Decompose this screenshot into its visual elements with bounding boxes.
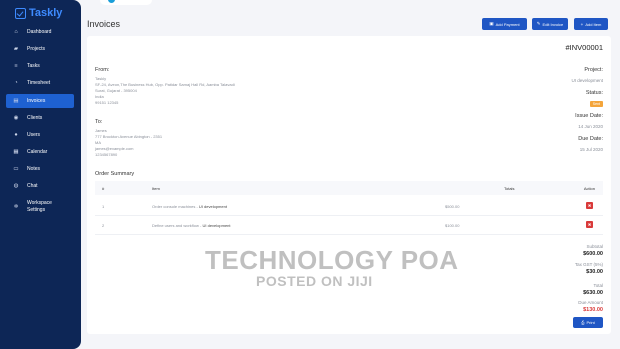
print-icon: ⎙ bbox=[581, 320, 585, 325]
sidebar-item-timesheet[interactable]: ◔ Timesheet bbox=[6, 76, 74, 90]
due-date-label: Due Date: bbox=[578, 136, 603, 142]
page-title: Invoices bbox=[87, 19, 121, 29]
sidebar-item-invoices[interactable]: ▤ Invoices bbox=[6, 94, 74, 108]
sidebar-item-tasks[interactable]: ≡ Tasks bbox=[6, 59, 74, 73]
trash-icon: ✖ bbox=[587, 222, 592, 227]
delete-item-button[interactable]: ✖ bbox=[586, 221, 593, 228]
sidebar-item-calendar[interactable]: ▦ Calendar bbox=[6, 145, 74, 159]
add-item-button[interactable]: + Add Item bbox=[574, 18, 608, 30]
col-num: # bbox=[102, 186, 105, 191]
briefcase-icon: ▰ bbox=[13, 46, 19, 52]
subtotal-value: $600.00 bbox=[583, 251, 603, 257]
watermark-line2: POSTED ON JIJI bbox=[256, 273, 373, 289]
tax-label: Tax GST (5%) bbox=[574, 262, 603, 267]
chat-icon: ◍ bbox=[13, 183, 19, 189]
app-name: Taskly bbox=[29, 7, 63, 19]
edit-invoice-button[interactable]: ✎ Edit Invoice bbox=[532, 18, 568, 30]
calendar-icon: ▦ bbox=[13, 149, 19, 155]
workspace-settings-line2: Settings bbox=[27, 207, 46, 213]
project-value: UI development bbox=[571, 78, 603, 83]
status-label: Status: bbox=[585, 90, 603, 96]
sidebar-item-clients[interactable]: ◉ Clients bbox=[6, 111, 74, 125]
subtotal-label: Subtotal bbox=[586, 244, 603, 249]
to-phone: 1234567890 bbox=[95, 152, 118, 157]
add-payment-button[interactable]: ▣ Add Payment bbox=[482, 18, 527, 30]
watermark-line1: TECHNOLOGY POA bbox=[205, 245, 459, 275]
edit-icon: ✎ bbox=[536, 21, 541, 26]
to-label: To: bbox=[95, 119, 103, 125]
sidebar-item-chat[interactable]: ◍ Chat bbox=[6, 179, 74, 193]
total-label: Total bbox=[593, 283, 603, 288]
delete-item-button[interactable]: ✖ bbox=[586, 202, 593, 209]
issue-date-label: Issue Date: bbox=[575, 113, 603, 119]
due-amount-value: $130.00 bbox=[583, 307, 603, 313]
col-item: Item bbox=[152, 186, 160, 191]
tax-value: $30.00 bbox=[586, 269, 603, 275]
clock-icon: ◔ bbox=[14, 80, 18, 86]
sidebar-item-workspace-settings[interactable]: ✲ Workspace Settings bbox=[6, 198, 74, 216]
plus-icon: + bbox=[580, 21, 584, 27]
from-address: Taskly SF-24, Aveon,The Business Hub, Op… bbox=[95, 76, 315, 106]
col-action: Action bbox=[583, 186, 595, 191]
workspace-settings-line1: Workspace bbox=[27, 200, 52, 206]
project-label: Project: bbox=[584, 67, 603, 73]
app-logo[interactable]: Taskly bbox=[15, 6, 62, 20]
tasks-icon: ≡ bbox=[14, 63, 18, 69]
sidebar-item-users[interactable]: ● Users bbox=[6, 128, 74, 142]
clients-icon: ◉ bbox=[13, 115, 19, 121]
invoice-number: #INV00001 bbox=[565, 43, 603, 52]
issue-date-value: 14 Jun 2020 bbox=[578, 124, 603, 129]
sidebar-item-notes[interactable]: ▭ Notes bbox=[6, 162, 74, 176]
home-icon: ⌂ bbox=[14, 29, 18, 35]
from-phone: 99151 12345 bbox=[95, 100, 119, 105]
order-table-header: # Item Totals Action bbox=[95, 181, 603, 195]
sidebar-item-projects[interactable]: ▰ Projects bbox=[6, 42, 74, 56]
due-amount-label: Due Amount bbox=[578, 300, 603, 305]
sidebar: Taskly ⌂ Dashboard ▰ Projects ≡ Tasks ◔ … bbox=[0, 0, 81, 349]
notes-icon: ▭ bbox=[13, 166, 19, 172]
table-row: 2 Define users and workflow - UI develop… bbox=[95, 216, 603, 235]
payment-icon: ▣ bbox=[489, 21, 494, 26]
sidebar-item-dashboard[interactable]: ⌂ Dashboard bbox=[6, 25, 74, 39]
users-icon: ● bbox=[14, 132, 18, 138]
order-summary-title: Order Summary bbox=[95, 171, 135, 177]
print-button[interactable]: ⎙ Print bbox=[573, 317, 603, 328]
status-badge: Sent bbox=[589, 101, 603, 107]
col-totals: Totals bbox=[504, 186, 515, 191]
invoice-card: #INV00001 From: Taskly SF-24, Aveon,The … bbox=[87, 36, 611, 334]
settings-icon: ✲ bbox=[13, 204, 19, 210]
total-value: $630.00 bbox=[583, 290, 603, 296]
from-label: From: bbox=[95, 67, 110, 73]
table-row: 1 Order console machines - UI developmen… bbox=[95, 197, 603, 216]
invoice-icon: ▤ bbox=[13, 98, 19, 104]
to-address: James 777 Brockton Avenue Abington - 235… bbox=[95, 128, 255, 158]
due-date-value: 15 Jul 2020 bbox=[579, 147, 603, 152]
logo-check-icon bbox=[15, 7, 26, 19]
trash-icon: ✖ bbox=[587, 203, 592, 208]
